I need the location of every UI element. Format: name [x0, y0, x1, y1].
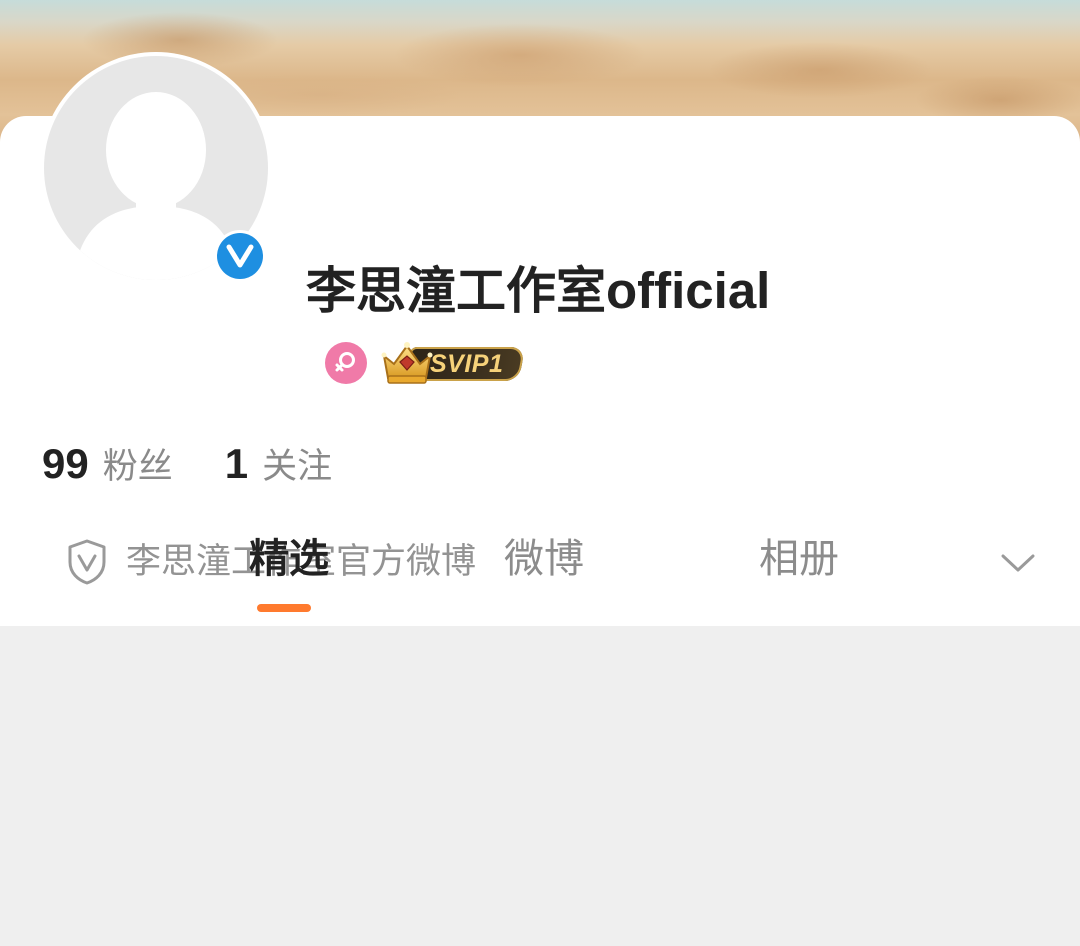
- svip-label: SVIP1: [430, 350, 504, 378]
- tab-weibo[interactable]: 微博: [484, 528, 604, 590]
- female-icon: [325, 342, 367, 384]
- followers-count: 99: [42, 440, 89, 487]
- svip-badge[interactable]: SVIP1: [378, 338, 526, 388]
- verified-v-icon: [214, 230, 266, 282]
- profile-name-en: official: [606, 262, 771, 319]
- crown-icon: [381, 342, 433, 384]
- followers-stat[interactable]: 99 粉丝: [42, 438, 173, 489]
- tab-featured[interactable]: 精选: [229, 528, 349, 590]
- profile-stats: 99 粉丝 1 关注: [42, 438, 384, 498]
- profile-tabs: 精选 微博 相册: [0, 528, 1080, 626]
- profile-page: 李思潼工作室official SVIP1 99 粉丝 1 关注 李思潼工作室官方…: [0, 0, 1080, 946]
- profile-name-cn: 李思潼工作室: [306, 262, 606, 320]
- following-count: 1: [224, 440, 249, 487]
- active-tab-indicator: [257, 604, 311, 612]
- profile-name: 李思潼工作室official: [306, 258, 770, 324]
- followers-label: 粉丝: [102, 447, 173, 487]
- tab-album[interactable]: 相册: [739, 528, 859, 590]
- following-label: 关注: [262, 447, 333, 487]
- tab-content-area: [0, 626, 1080, 946]
- following-stat[interactable]: 1 关注: [225, 438, 332, 489]
